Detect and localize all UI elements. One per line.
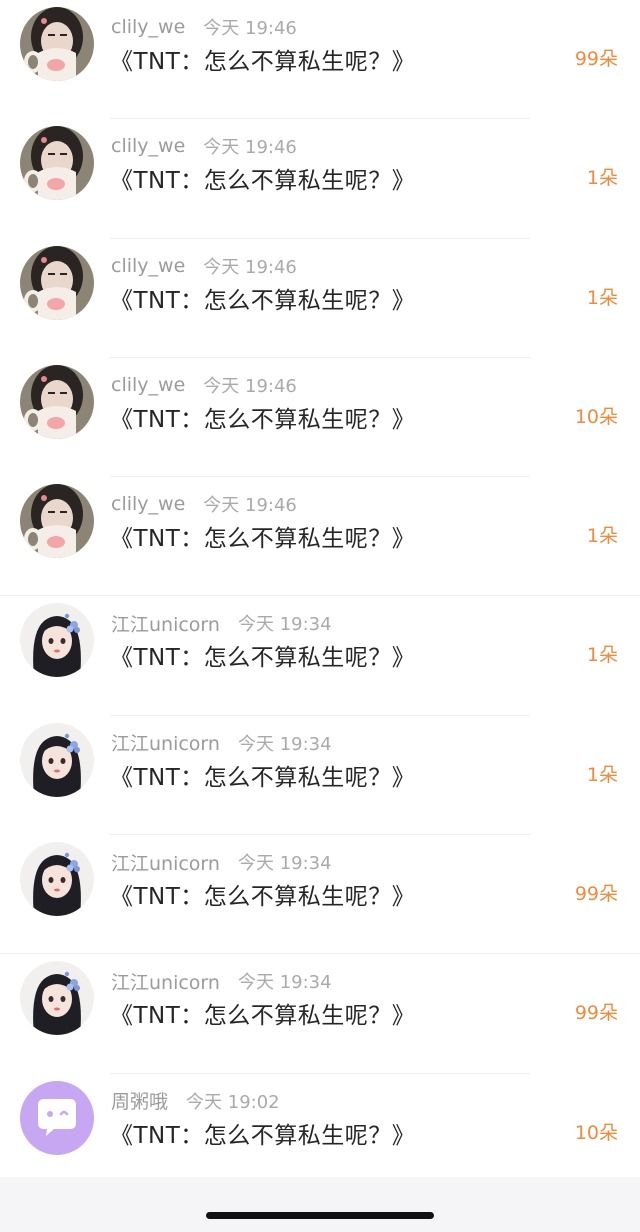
- timestamp: 今天 19:34: [237, 614, 332, 636]
- list-item[interactable]: clily_we 今天 19:46 《TNT：怎么不算私生呢？》 99朵: [0, 0, 640, 120]
- username[interactable]: 江江unicorn: [111, 849, 220, 876]
- girl-with-mug-avatar[interactable]: [20, 245, 94, 320]
- flower-count: 10朵: [574, 405, 618, 428]
- flower-count: 99朵: [574, 48, 618, 70]
- timestamp: 今天 19:34: [237, 853, 332, 875]
- item-meta: clily_we 今天 19:46: [111, 253, 297, 279]
- list-item[interactable]: clily_we 今天 19:46 《TNT：怎么不算私生呢？》 10朵: [0, 358, 640, 478]
- anime-girl-avatar[interactable]: [20, 961, 94, 1036]
- anime-girl-avatar[interactable]: [20, 842, 94, 917]
- work-title[interactable]: 《TNT：怎么不算私生呢？》: [110, 638, 415, 672]
- item-meta: 江江unicorn 今天 19:34: [111, 610, 332, 636]
- flower-count: 1朵: [586, 167, 618, 190]
- list-item[interactable]: 江江unicorn 今天 19:34 《TNT：怎么不算私生呢？》 99朵: [0, 954, 640, 1074]
- girl-with-mug-avatar[interactable]: [20, 7, 94, 81]
- username[interactable]: 周粥哦: [111, 1087, 168, 1114]
- work-title[interactable]: 《TNT：怎么不算私生呢？》: [110, 996, 415, 1030]
- username[interactable]: clily_we: [111, 374, 185, 396]
- list-item[interactable]: 江江unicorn 今天 19:34 《TNT：怎么不算私生呢？》 99朵: [0, 835, 640, 955]
- timestamp: 今天 19:46: [203, 256, 297, 278]
- list-item[interactable]: 江江unicorn 今天 19:34 《TNT：怎么不算私生呢？》 1朵: [0, 596, 640, 716]
- item-meta: 周粥哦 今天 19:02: [111, 1088, 280, 1114]
- flower-count: 1朵: [586, 525, 618, 548]
- list-item[interactable]: clily_we 今天 19:46 《TNT：怎么不算私生呢？》 1朵: [0, 477, 640, 597]
- anime-girl-avatar[interactable]: [20, 603, 94, 678]
- timestamp: 今天 19:46: [203, 137, 297, 159]
- item-meta: 江江unicorn 今天 19:34: [111, 730, 332, 756]
- username[interactable]: clily_we: [111, 493, 185, 515]
- girl-with-mug-avatar[interactable]: [20, 484, 94, 559]
- work-title[interactable]: 《TNT：怎么不算私生呢？》: [110, 281, 415, 315]
- item-meta: clily_we 今天 19:46: [111, 491, 297, 517]
- anime-girl-avatar[interactable]: [20, 722, 94, 797]
- work-title[interactable]: 《TNT：怎么不算私生呢？》: [110, 42, 415, 76]
- work-title[interactable]: 《TNT：怎么不算私生呢？》: [110, 161, 415, 195]
- flower-count: 10朵: [574, 1121, 618, 1144]
- item-meta: clily_we 今天 19:46: [111, 133, 297, 159]
- username[interactable]: 江江unicorn: [111, 610, 220, 637]
- work-title[interactable]: 《TNT：怎么不算私生呢？》: [110, 1116, 415, 1150]
- flower-count: 1朵: [586, 763, 618, 786]
- username[interactable]: clily_we: [111, 16, 185, 38]
- work-title[interactable]: 《TNT：怎么不算私生呢？》: [110, 877, 415, 911]
- timestamp: 今天 19:46: [203, 375, 297, 397]
- work-title[interactable]: 《TNT：怎么不算私生呢？》: [110, 758, 415, 792]
- item-meta: 江江unicorn 今天 19:34: [111, 849, 332, 875]
- work-title[interactable]: 《TNT：怎么不算私生呢？》: [110, 400, 415, 434]
- timestamp: 今天 19:02: [186, 1091, 280, 1113]
- list-item[interactable]: 江江unicorn 今天 19:34 《TNT：怎么不算私生呢？》 1朵: [0, 716, 640, 836]
- timestamp: 今天 19:34: [237, 733, 332, 755]
- flower-count: 99朵: [574, 1002, 618, 1025]
- username[interactable]: 江江unicorn: [111, 968, 220, 995]
- timestamp: 今天 19:46: [203, 18, 297, 39]
- timestamp: 今天 19:46: [203, 495, 297, 517]
- timestamp: 今天 19:34: [237, 972, 332, 994]
- item-meta: 江江unicorn 今天 19:34: [111, 968, 332, 994]
- username[interactable]: clily_we: [111, 135, 185, 157]
- flower-count: 1朵: [586, 644, 618, 667]
- chat-bubble-avatar[interactable]: [20, 1080, 94, 1155]
- flower-count: 99朵: [574, 883, 618, 906]
- girl-with-mug-avatar[interactable]: [20, 126, 94, 201]
- item-meta: clily_we 今天 19:46: [111, 14, 297, 40]
- work-title[interactable]: 《TNT：怎么不算私生呢？》: [110, 519, 415, 553]
- username[interactable]: clily_we: [111, 255, 185, 277]
- home-indicator[interactable]: [206, 1212, 434, 1219]
- flower-count: 1朵: [586, 286, 618, 309]
- gift-list: clily_we 今天 19:46 《TNT：怎么不算私生呢？》 99朵 cli…: [0, 0, 640, 1193]
- list-item[interactable]: clily_we 今天 19:46 《TNT：怎么不算私生呢？》 1朵: [0, 119, 640, 239]
- list-item[interactable]: clily_we 今天 19:46 《TNT：怎么不算私生呢？》 1朵: [0, 239, 640, 358]
- item-meta: clily_we 今天 19:46: [111, 372, 297, 398]
- username[interactable]: 江江unicorn: [111, 729, 220, 756]
- list-item[interactable]: 周粥哦 今天 19:02 《TNT：怎么不算私生呢？》 10朵: [0, 1074, 640, 1193]
- girl-with-mug-avatar[interactable]: [20, 364, 94, 439]
- bottom-safe-area: [0, 1177, 640, 1232]
